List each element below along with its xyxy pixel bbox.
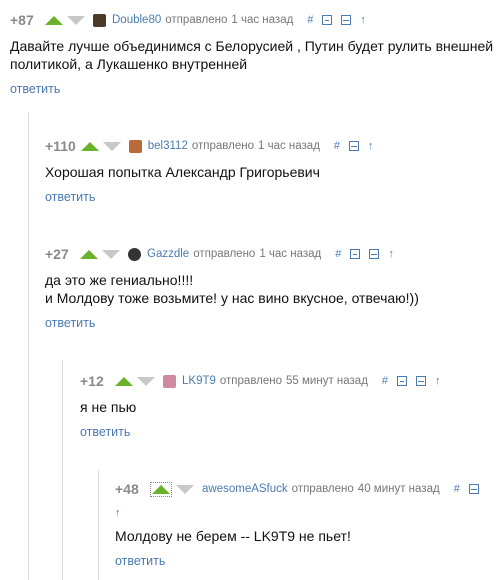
author-link[interactable]: bel3112 xyxy=(148,140,188,152)
avatar xyxy=(128,139,142,153)
comment-text-line: Давайте лучше объединимся с Белорусией ,… xyxy=(10,38,494,54)
author-link[interactable]: Gazzdle xyxy=(147,248,189,260)
reply-link[interactable]: ответить xyxy=(80,425,130,439)
comment: +27 Gazzdle отправлено 1 час назад # ↑ д… xyxy=(45,246,500,332)
collapse-icon[interactable] xyxy=(397,376,408,386)
comment-time: 1 час назад xyxy=(257,140,320,152)
parent-arrow-icon[interactable]: ↑ xyxy=(388,248,394,260)
posted-label: отправлено xyxy=(165,14,228,26)
comment-text: я не пью xyxy=(80,398,500,416)
comment-time: 1 час назад xyxy=(231,14,294,26)
posted-label: отправлено xyxy=(193,248,256,260)
author-link[interactable]: LK9T9 xyxy=(182,375,216,387)
save-icon[interactable] xyxy=(349,141,360,151)
comment-text: да это же гениально!!!! и Молдову тоже в… xyxy=(45,271,500,307)
collapse-icon[interactable] xyxy=(350,249,361,259)
avatar xyxy=(93,13,106,27)
reply-link[interactable]: ответить xyxy=(45,316,95,330)
collapse-icon[interactable] xyxy=(322,15,333,25)
posted-label: отправлено xyxy=(291,483,354,495)
vote-down-icon[interactable] xyxy=(102,249,120,259)
permalink-hash-icon[interactable]: # xyxy=(335,248,341,260)
comment-header: +12 LK9T9 отправлено 55 минут назад # ↑ xyxy=(80,373,500,389)
vote-up-selected[interactable] xyxy=(150,481,172,497)
comment-time: 1 час назад xyxy=(259,248,322,260)
comment-text-line: Хорошая попытка Александр Григорьевич xyxy=(45,164,320,180)
posted-label: отправлено xyxy=(191,140,254,152)
parent-arrow-icon[interactable]: ↑ xyxy=(115,507,121,519)
vote-up-icon[interactable] xyxy=(80,249,98,259)
comment-text-line: я не пью xyxy=(80,399,137,415)
vote-up-icon[interactable] xyxy=(152,484,170,494)
comment-rating: +110 xyxy=(45,138,76,154)
vote-up-icon[interactable] xyxy=(80,141,99,151)
comment-text-line: и Молдову тоже возьмите! у нас вино вкус… xyxy=(45,290,419,306)
permalink-hash-icon[interactable]: # xyxy=(334,140,340,152)
comment-text-line: Молдову не берем -- LK9T9 не пьет! xyxy=(115,528,351,544)
parent-arrow-icon[interactable]: ↑ xyxy=(435,375,441,387)
thread-line xyxy=(28,112,29,580)
author-link[interactable]: Double80 xyxy=(112,14,161,26)
comment: +48 awesomeASfuck отправлено 40 минут на… xyxy=(115,481,500,570)
permalink-hash-icon[interactable]: # xyxy=(454,483,460,495)
comment-header: +110 bel3112 отправлено 1 час назад # ↑ xyxy=(45,138,500,154)
reply-link[interactable]: ответить xyxy=(10,82,60,96)
vote-down-icon[interactable] xyxy=(67,15,85,25)
vote-down-icon[interactable] xyxy=(176,484,194,494)
comment: +110 bel3112 отправлено 1 час назад # ↑ … xyxy=(45,138,500,206)
comment-text: Давайте лучше объединимся с Белорусией ,… xyxy=(10,37,500,73)
comment-rating: +87 xyxy=(10,12,34,28)
comment-text: Хорошая попытка Александр Григорьевич xyxy=(45,163,500,181)
thread-line xyxy=(62,360,63,580)
posted-label: отправлено xyxy=(219,375,283,387)
reply-link[interactable]: ответить xyxy=(45,190,95,204)
comment-rating: +12 xyxy=(80,373,104,389)
save-icon[interactable] xyxy=(468,484,479,494)
comment-text: Молдову не берем -- LK9T9 не пьет! xyxy=(115,527,500,545)
comment-header: +87 Double80 отправлено 1 час назад # ↑ xyxy=(10,12,500,28)
save-icon[interactable] xyxy=(341,15,352,25)
comment-text-line: политикой, а Лукашенко внутренней xyxy=(10,56,248,72)
vote-up-icon[interactable] xyxy=(45,15,63,25)
vote-up-icon[interactable] xyxy=(115,376,133,386)
vote-down-icon[interactable] xyxy=(137,376,155,386)
save-icon[interactable] xyxy=(369,249,380,259)
comment: +87 Double80 отправлено 1 час назад # ↑ … xyxy=(10,12,500,98)
reply-link[interactable]: ответить xyxy=(115,554,165,568)
comment-time: 40 минут назад xyxy=(357,483,440,495)
permalink-hash-icon[interactable]: # xyxy=(307,14,313,26)
author-link[interactable]: awesomeASfuck xyxy=(202,483,288,495)
vote-down-icon[interactable] xyxy=(102,141,121,151)
avatar xyxy=(163,374,176,388)
permalink-hash-icon[interactable]: # xyxy=(382,375,388,387)
comment-header: +48 awesomeASfuck отправлено 40 минут на… xyxy=(115,481,500,497)
avatar xyxy=(128,247,141,261)
comment-text-line: да это же гениально!!!! xyxy=(45,272,194,288)
comment-time: 55 минут назад xyxy=(286,375,368,387)
save-icon[interactable] xyxy=(416,376,427,386)
comment: +12 LK9T9 отправлено 55 минут назад # ↑ … xyxy=(80,373,500,441)
parent-arrow-icon[interactable]: ↑ xyxy=(360,14,366,26)
thread-line xyxy=(98,470,99,580)
comment-header: +27 Gazzdle отправлено 1 час назад # ↑ xyxy=(45,246,500,262)
parent-arrow-icon[interactable]: ↑ xyxy=(368,140,374,152)
comment-rating: +48 xyxy=(115,481,139,497)
comment-rating: +27 xyxy=(45,246,69,262)
